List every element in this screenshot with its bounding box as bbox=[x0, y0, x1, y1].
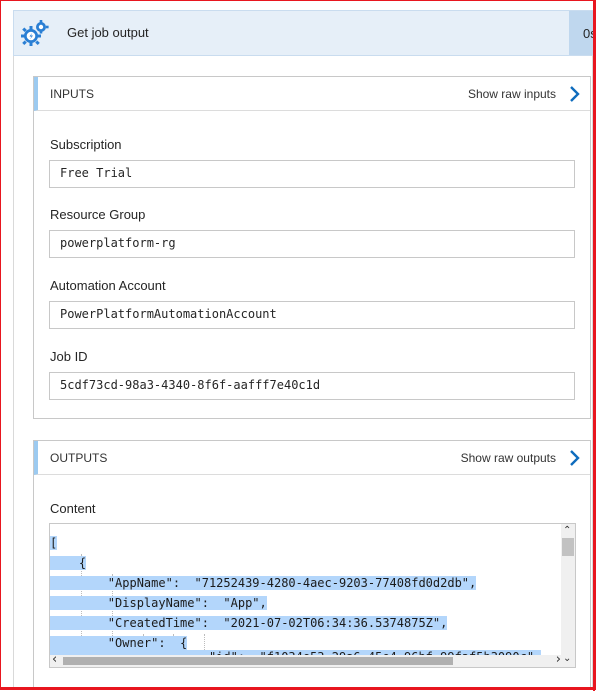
scroll-up-icon[interactable]: ⌃ bbox=[563, 525, 571, 536]
code-line: "DisplayName": "App", bbox=[50, 596, 267, 610]
code-line: { bbox=[50, 556, 87, 570]
scroll-down-icon[interactable]: ⌄ bbox=[563, 653, 571, 664]
content-label: Content bbox=[50, 501, 96, 516]
duration-badge: 0s bbox=[569, 11, 594, 55]
show-raw-outputs-link[interactable]: Show raw outputs bbox=[461, 451, 556, 465]
inputs-header: INPUTS Show raw inputs bbox=[34, 77, 590, 111]
code-line: "AppName": "71252439-4280-4aec-9203-7740… bbox=[50, 576, 477, 590]
job-id-field[interactable]: 5cdf73cd-98a3-4340-8f6f-aafff7e40c1d bbox=[49, 372, 575, 400]
code-line: [ bbox=[50, 536, 58, 550]
action-header[interactable]: Get job output 0s bbox=[13, 10, 594, 56]
outputs-section-label: OUTPUTS bbox=[50, 451, 108, 465]
resource-group-label: Resource Group bbox=[50, 207, 146, 222]
code-line: "CreatedTime": "2021-07-02T06:34:36.5374… bbox=[50, 616, 448, 630]
automation-account-label: Automation Account bbox=[50, 278, 166, 293]
outputs-header: OUTPUTS Show raw outputs bbox=[34, 441, 590, 475]
automation-account-field[interactable]: PowerPlatformAutomationAccount bbox=[49, 301, 575, 329]
scroll-left-icon[interactable]: ‹ bbox=[52, 652, 57, 667]
horizontal-scrollbar[interactable]: ‹ › bbox=[50, 652, 563, 667]
subscription-label: Subscription bbox=[50, 137, 122, 152]
vertical-scroll-thumb[interactable] bbox=[562, 538, 574, 556]
action-title: Get job output bbox=[67, 25, 149, 40]
inputs-section-label: INPUTS bbox=[50, 87, 95, 101]
chevron-right-icon[interactable] bbox=[566, 449, 582, 467]
outputs-section: OUTPUTS Show raw outputs Content [ { "Ap… bbox=[33, 440, 591, 688]
chevron-right-icon[interactable] bbox=[566, 85, 582, 103]
vertical-scrollbar[interactable]: ⌃ ⌄ bbox=[561, 524, 575, 667]
subscription-field[interactable]: Free Trial bbox=[49, 160, 575, 188]
automation-gear-icon bbox=[20, 18, 50, 48]
content-code-viewer[interactable]: [ { "AppName": "71252439-4280-4aec-9203-… bbox=[49, 523, 576, 668]
resource-group-field[interactable]: powerplatform-rg bbox=[49, 230, 575, 258]
show-raw-inputs-link[interactable]: Show raw inputs bbox=[468, 87, 556, 101]
horizontal-scroll-thumb[interactable] bbox=[63, 657, 453, 665]
job-id-label: Job ID bbox=[50, 349, 88, 364]
scroll-right-icon[interactable]: › bbox=[556, 652, 561, 667]
inputs-section: INPUTS Show raw inputs Subscription Free… bbox=[33, 76, 591, 419]
